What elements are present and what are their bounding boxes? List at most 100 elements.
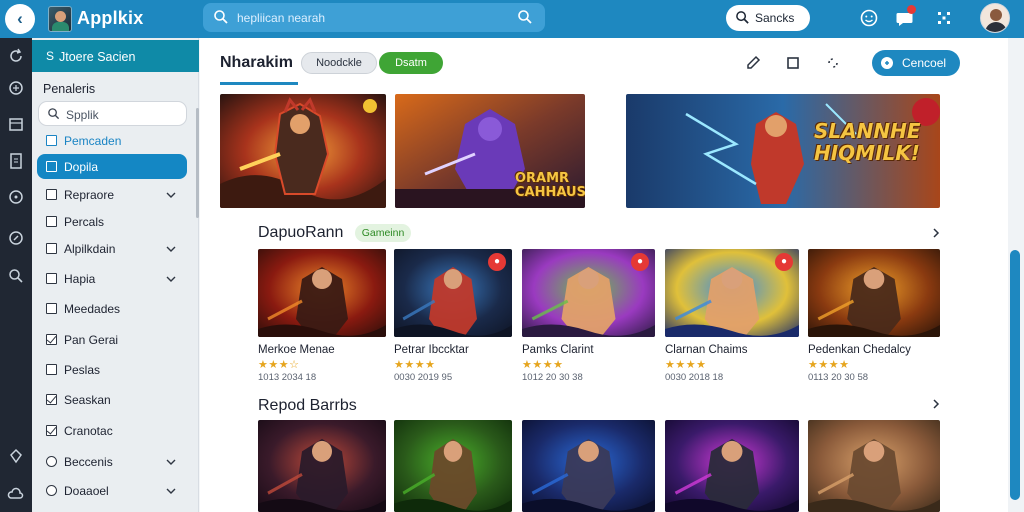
checkbox[interactable] bbox=[46, 135, 57, 146]
square-icon[interactable] bbox=[784, 54, 802, 72]
sidebar-item-label: Cranotac bbox=[64, 424, 113, 438]
sidebar-item[interactable]: Pan Gerai bbox=[37, 327, 187, 352]
search-icon[interactable] bbox=[517, 9, 533, 25]
radio-button[interactable] bbox=[46, 456, 57, 467]
app-title: Applkix bbox=[77, 8, 144, 28]
rating-stars: ★★★★ bbox=[665, 359, 707, 371]
sidebar-scrollbar[interactable] bbox=[196, 108, 199, 218]
checkbox[interactable] bbox=[46, 243, 57, 254]
cloud-icon[interactable] bbox=[6, 484, 26, 504]
game-card[interactable] bbox=[258, 420, 386, 512]
search-pill-button[interactable]: Sancks bbox=[726, 5, 810, 31]
sidebar-item[interactable]: Beccenis bbox=[37, 449, 187, 474]
game-cover-art bbox=[258, 420, 386, 512]
filter-chip-green[interactable]: Dsatm bbox=[379, 52, 443, 74]
sidebar-item-label: Dopila bbox=[64, 160, 99, 174]
app-logo bbox=[48, 6, 72, 32]
checkbox[interactable] bbox=[46, 364, 57, 375]
game-card[interactable] bbox=[522, 420, 655, 512]
cancel-button[interactable]: Cencoel bbox=[872, 50, 960, 76]
badge-icon: ● bbox=[775, 253, 793, 271]
game-card[interactable]: ● bbox=[522, 249, 655, 337]
sidebar-item[interactable]: Hapia bbox=[37, 266, 187, 291]
sidebar-item-label: Meedades bbox=[64, 302, 121, 316]
tab-underline bbox=[220, 82, 298, 85]
message-icon[interactable] bbox=[6, 187, 26, 207]
sidebar-item[interactable]: Cranotac bbox=[37, 418, 187, 443]
sidebar-item[interactable]: Percals bbox=[37, 209, 187, 234]
sidebar-item[interactable]: Doaaoel bbox=[37, 478, 187, 503]
chevron-right-icon[interactable] bbox=[930, 398, 942, 410]
sidebar-item-label: Alpilkdain bbox=[64, 242, 116, 256]
game-card[interactable] bbox=[665, 420, 799, 512]
checkbox[interactable] bbox=[46, 161, 57, 172]
refresh-icon[interactable] bbox=[6, 46, 26, 66]
notification-badge bbox=[907, 5, 916, 14]
game-cover-art bbox=[522, 420, 655, 512]
chat-icon[interactable] bbox=[6, 78, 26, 98]
edit-icon[interactable] bbox=[744, 54, 762, 72]
icon-rail bbox=[0, 38, 32, 512]
game-cover-art bbox=[808, 249, 940, 337]
sidebar-header[interactable]: S Jtoere Sacien bbox=[32, 40, 199, 72]
checkbox[interactable] bbox=[46, 334, 57, 345]
game-card[interactable] bbox=[808, 249, 940, 337]
checkbox[interactable] bbox=[46, 425, 57, 436]
badge-icon: ● bbox=[488, 253, 506, 271]
checkbox[interactable] bbox=[46, 303, 57, 314]
compass-icon[interactable] bbox=[6, 228, 26, 248]
chevron-down-icon[interactable] bbox=[166, 190, 176, 200]
main-scrollbar[interactable] bbox=[1010, 250, 1020, 500]
radio-button[interactable] bbox=[46, 485, 57, 496]
sidebar-section-title: Penaleris bbox=[43, 82, 96, 96]
game-card[interactable] bbox=[258, 249, 386, 337]
section-tag[interactable]: Gameinn bbox=[355, 224, 411, 242]
chevron-down-icon[interactable] bbox=[166, 274, 176, 284]
search-input[interactable]: hepliican nearah bbox=[203, 3, 545, 32]
chevron-down-icon[interactable] bbox=[166, 457, 176, 467]
game-title[interactable]: Pedenkan Chedalcy bbox=[808, 344, 911, 356]
game-title[interactable]: Clarnan Chaims bbox=[665, 344, 747, 356]
sidebar: S Jtoere Sacien Penaleris Spplik Pemcade… bbox=[32, 38, 199, 512]
game-title[interactable]: Pamks Clarint bbox=[522, 344, 594, 356]
game-card[interactable]: ● bbox=[665, 249, 799, 337]
sidebar-item[interactable]: Pemcaden bbox=[37, 128, 187, 153]
banner-1[interactable] bbox=[220, 94, 386, 208]
emoji-icon[interactable] bbox=[858, 7, 880, 29]
apps-grid-icon[interactable] bbox=[933, 7, 955, 29]
page-title: Nharakim bbox=[220, 54, 293, 71]
sidebar-item[interactable]: Alpilkdain bbox=[37, 236, 187, 261]
chevron-down-icon[interactable] bbox=[166, 244, 176, 254]
sidebar-search-input[interactable]: Spplik bbox=[38, 101, 187, 126]
game-card[interactable] bbox=[808, 420, 940, 512]
user-avatar[interactable] bbox=[980, 3, 1010, 33]
document-icon[interactable] bbox=[6, 151, 26, 171]
banner-2[interactable]: ORAMR CAHHAUS bbox=[395, 94, 585, 208]
checkbox[interactable] bbox=[46, 189, 57, 200]
search-icon[interactable] bbox=[6, 266, 26, 286]
sidebar-item[interactable]: Dopila bbox=[37, 154, 187, 179]
loading-icon[interactable] bbox=[824, 54, 842, 72]
banner-3[interactable]: SLANNHE HIQMILK! bbox=[626, 94, 940, 208]
tag-icon[interactable] bbox=[6, 446, 26, 466]
back-button[interactable]: ‹ bbox=[5, 4, 35, 34]
checkbox[interactable] bbox=[46, 273, 57, 284]
game-title[interactable]: Merkoe Menae bbox=[258, 344, 335, 356]
sidebar-item[interactable]: Peslas bbox=[37, 357, 187, 382]
game-card[interactable] bbox=[394, 420, 512, 512]
section-title-2: Repod Barrbs bbox=[258, 397, 357, 414]
sidebar-item[interactable]: Meedades bbox=[37, 296, 187, 321]
chevron-right-icon[interactable] bbox=[930, 227, 942, 239]
checkbox[interactable] bbox=[46, 394, 57, 405]
filter-chip-gray[interactable]: Noodckle bbox=[301, 52, 377, 74]
chevron-down-icon[interactable] bbox=[166, 486, 176, 496]
rating-stars: ★★★★ bbox=[394, 359, 436, 371]
checkbox[interactable] bbox=[46, 216, 57, 227]
sidebar-item[interactable]: Repraore bbox=[37, 182, 187, 207]
game-card[interactable]: ● bbox=[394, 249, 512, 337]
game-title[interactable]: Petrar Ibccktar bbox=[394, 344, 469, 356]
calendar-icon[interactable] bbox=[6, 114, 26, 134]
sidebar-search-placeholder: Spplik bbox=[66, 108, 99, 122]
sidebar-item[interactable]: Seaskan bbox=[37, 387, 187, 412]
top-bar: ‹ Applkix hepliican nearah Sancks bbox=[0, 0, 1024, 38]
